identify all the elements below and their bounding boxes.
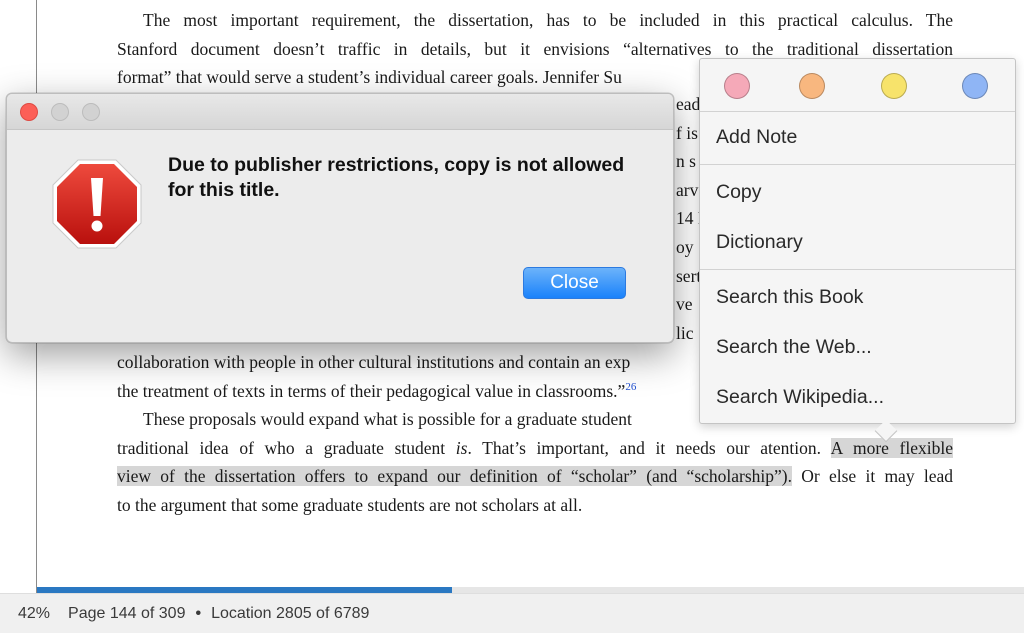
peek-text-fragment: lic [676, 323, 694, 343]
window-minimize-button[interactable] [51, 103, 69, 121]
peek-text-fragment: n s [676, 151, 696, 171]
window-close-button[interactable] [20, 103, 38, 121]
menu-item-add-note[interactable]: Add Note [700, 112, 1015, 162]
highlight-color-blue[interactable] [962, 73, 988, 99]
menu-item-search-book[interactable]: Search this Book [700, 272, 1015, 322]
highlight-color-yellow[interactable] [881, 73, 907, 99]
text-line: view of the dissertation offers to expan… [117, 462, 953, 491]
peek-text-fragment: sert [676, 266, 700, 286]
peek-text-fragment: arva [676, 180, 700, 200]
text-segment: is [455, 437, 468, 458]
status-separator: • [195, 604, 202, 622]
peek-text-fragment: oy [676, 237, 694, 257]
progress-percent: 42% [18, 604, 51, 622]
peek-text-fragment: ead [676, 94, 700, 114]
text-segment: These proposals would expand what is pos… [143, 409, 632, 429]
text-line: traditional idea of who a graduate stude… [117, 434, 953, 463]
copy-restriction-alert: Due to publisher restrictions, copy is n… [6, 93, 674, 343]
text-segment: to the argument that some graduate stude… [117, 494, 583, 515]
stop-sign-icon [52, 159, 142, 249]
window-zoom-button[interactable] [82, 103, 100, 121]
peek-text-fragment: ve [676, 294, 693, 314]
footnote-link[interactable]: 26 [625, 381, 636, 393]
text-segment: the treatment of texts in terms of their… [117, 380, 626, 401]
page-indicator: Page 144 of 309 [68, 604, 186, 622]
highlighted-text[interactable]: view of the dissertation offers to expan… [117, 466, 792, 486]
highlight-color-pink[interactable] [724, 73, 750, 99]
text-segment: collaboration with people in other cultu… [117, 352, 631, 372]
text-segment: . That’s important, and it needs our ate… [467, 437, 831, 458]
menu-item-dictionary[interactable]: Dictionary [700, 217, 1015, 267]
selection-context-menu: Add Note Copy Dictionary Search this Boo… [699, 58, 1016, 443]
highlighted-text[interactable]: A more flexible [830, 437, 953, 458]
text-segment: format” that would serve a student’s ind… [117, 67, 622, 87]
menu-separator [700, 269, 1015, 270]
location-indicator: Location 2805 of 6789 [211, 604, 370, 622]
text-segment: Stanford document doesn’t traffic in det… [117, 38, 953, 59]
menu-separator [700, 164, 1015, 165]
text-segment: traditional idea of who a graduate stude… [117, 437, 456, 458]
text-line: The most important requirement, the diss… [117, 6, 953, 35]
menu-item-search-wikipedia[interactable]: Search Wikipedia... [700, 372, 1015, 422]
close-button[interactable]: Close [523, 267, 626, 299]
highlight-color-row [700, 59, 1015, 112]
text-segment: The most important requirement, the diss… [143, 10, 953, 30]
peek-text-fragment: f is [676, 123, 698, 143]
alert-message: Due to publisher restrictions, copy is n… [168, 154, 625, 201]
menu-item-copy[interactable]: Copy [700, 167, 1015, 217]
alert-titlebar [7, 94, 673, 130]
peek-text-fragment: 14 F [676, 208, 700, 228]
highlight-color-orange[interactable] [799, 73, 825, 99]
text-line: to the argument that some graduate stude… [117, 491, 953, 520]
status-bar: 42% Page 144 of 309 • Location 2805 of 6… [0, 593, 1024, 633]
text-segment: Or else it may lead [792, 466, 953, 486]
menu-item-search-web[interactable]: Search the Web... [700, 322, 1015, 372]
